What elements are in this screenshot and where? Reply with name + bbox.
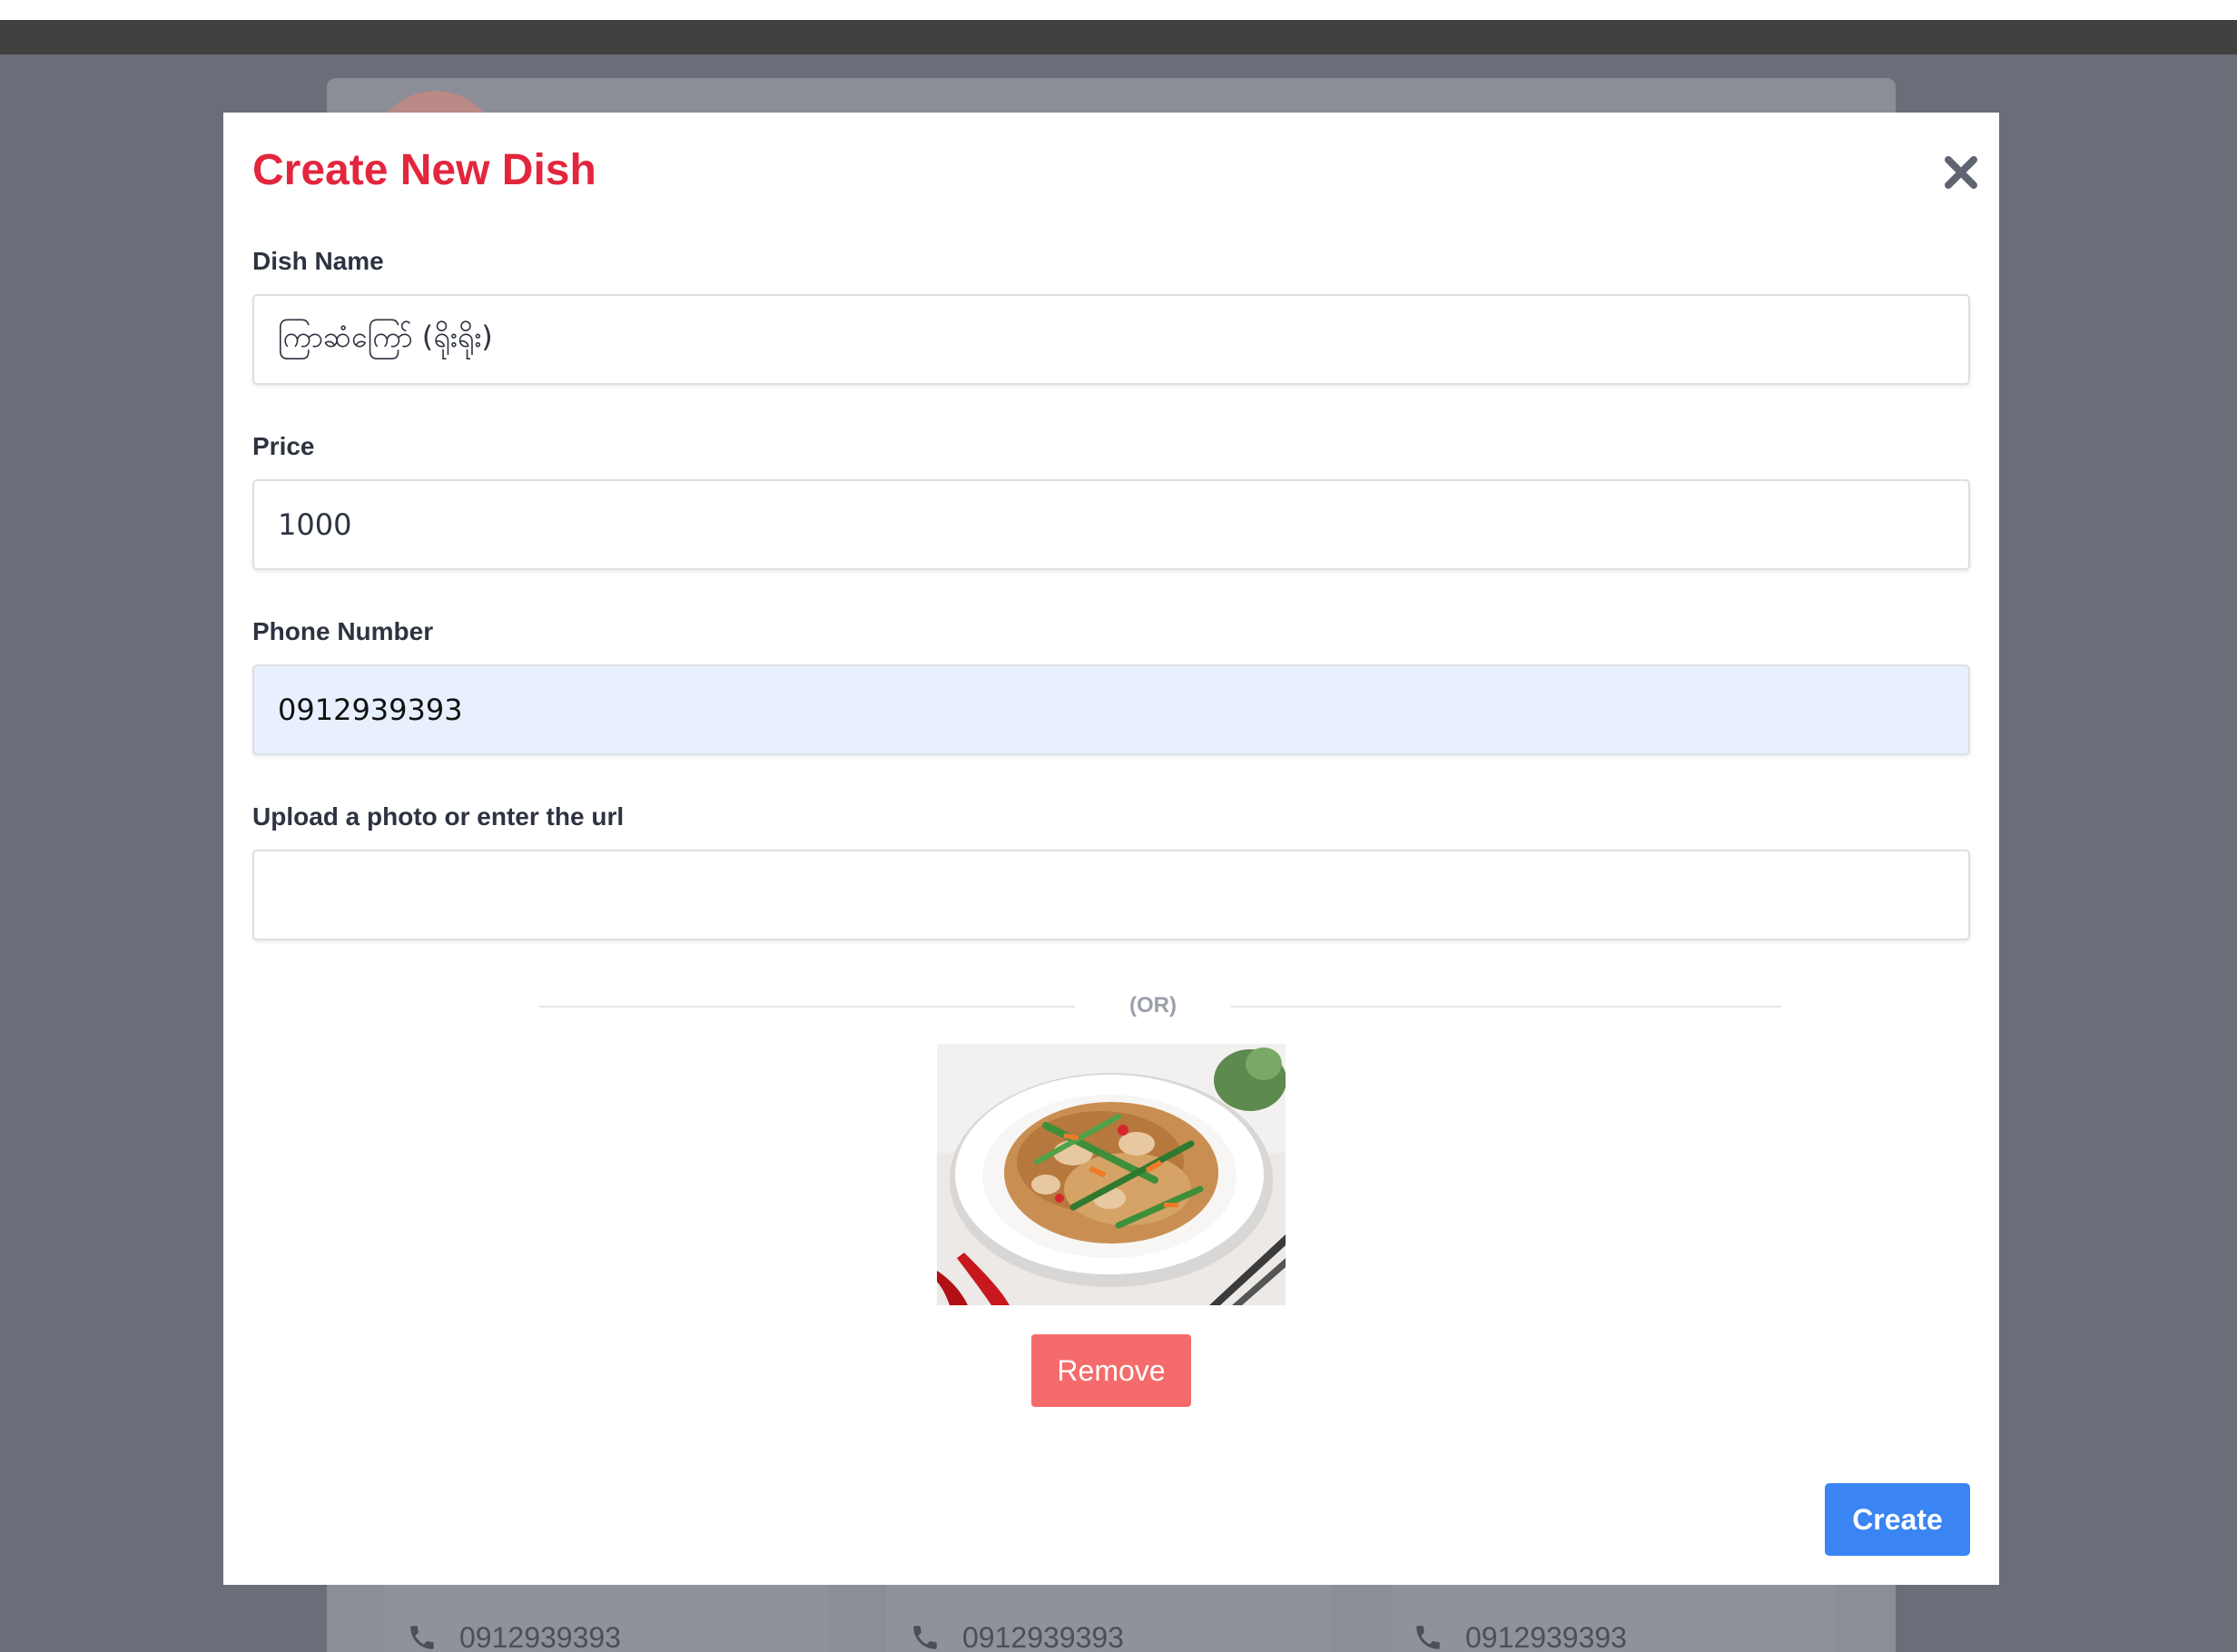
dish-name-label: Dish Name — [252, 247, 384, 275]
price-label: Price — [252, 432, 315, 460]
phone-number-input[interactable] — [252, 664, 1970, 755]
remove-photo-button[interactable]: Remove — [1031, 1334, 1191, 1407]
close-button[interactable] — [1937, 149, 1985, 196]
dish-name-input[interactable] — [252, 294, 1970, 385]
modal-title: Create New Dish — [252, 146, 596, 194]
phone-number-label: Phone Number — [252, 617, 434, 645]
background-phone: 0912939393 — [407, 1619, 621, 1652]
background-phone: 0912939393 — [1413, 1619, 1627, 1652]
app-header-bar — [0, 20, 2237, 54]
phone-icon — [910, 1622, 941, 1652]
photo-url-label: Upload a photo or enter the url — [252, 802, 625, 831]
background-phone: 0912939393 — [910, 1619, 1124, 1652]
close-icon — [1945, 156, 1977, 189]
background-phone-number: 0912939393 — [962, 1620, 1124, 1652]
background-phone-number: 0912939393 — [459, 1620, 621, 1652]
divider-left — [539, 1006, 1075, 1008]
phone-icon — [1413, 1622, 1444, 1652]
browser-top-bar — [0, 0, 2237, 54]
phone-icon — [407, 1622, 438, 1652]
background-phone-number: 0912939393 — [1465, 1620, 1627, 1652]
divider-right — [1231, 1006, 1781, 1008]
photo-url-input[interactable] — [252, 850, 1970, 940]
or-divider-text: (OR) — [1129, 993, 1177, 1018]
dish-photo-preview — [937, 1044, 1286, 1305]
create-dish-modal: Create New Dish Dish Name Price Phone Nu… — [223, 113, 1999, 1585]
create-button[interactable]: Create — [1825, 1483, 1970, 1556]
price-input[interactable] — [252, 479, 1970, 570]
